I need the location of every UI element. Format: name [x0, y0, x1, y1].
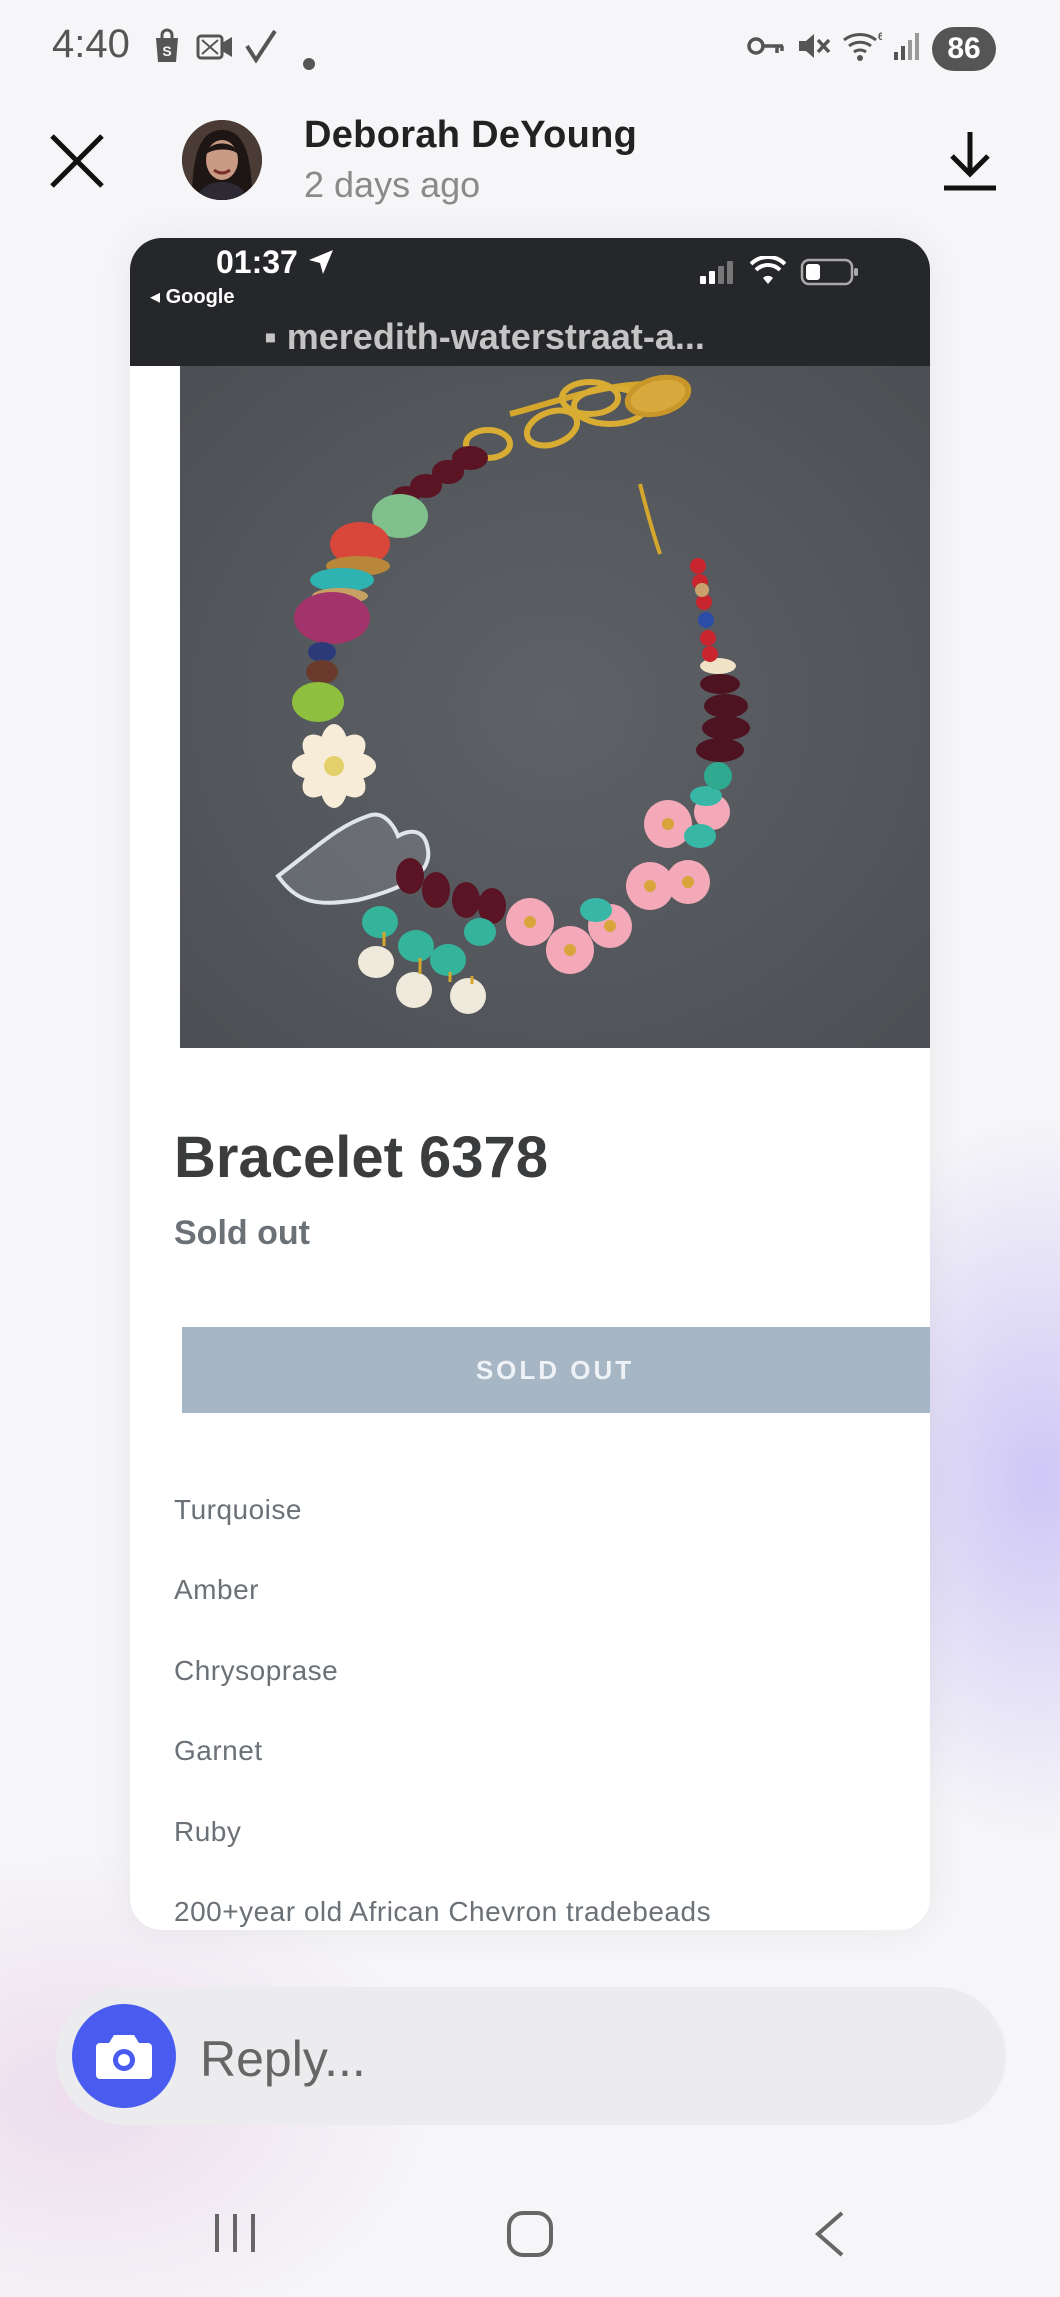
camera-icon	[96, 2035, 152, 2079]
status-bar-time: 4:40	[52, 22, 130, 66]
sender-name[interactable]: Deborah DeYoung	[304, 114, 637, 157]
recents-icon[interactable]	[212, 2210, 258, 2261]
svg-text:6: 6	[878, 31, 882, 43]
material-item: Amber	[174, 1574, 259, 1605]
inner-battery-icon	[800, 258, 860, 291]
shared-screenshot-status-bar: 01:37 ◂ Google ▪ meredith-waterstraat-a.…	[130, 238, 930, 366]
check-icon	[244, 28, 278, 73]
inner-wifi-icon	[749, 254, 787, 291]
material-item: Turquoise	[174, 1494, 302, 1525]
story-card[interactable]: 01:37 ◂ Google ▪ meredith-waterstraat-a.…	[130, 238, 930, 1930]
avatar[interactable]	[182, 120, 262, 200]
location-arrow-icon	[308, 250, 333, 274]
wifi-icon: 6	[842, 28, 884, 73]
reply-input[interactable]: Reply...	[200, 2030, 366, 2088]
battery-level-badge: 86	[932, 27, 996, 71]
video-call-icon	[196, 28, 234, 73]
dot-icon	[302, 40, 316, 80]
bracelet-photo	[180, 366, 930, 1048]
inner-back-google: ◂ Google	[150, 286, 235, 308]
download-icon[interactable]	[940, 128, 1000, 199]
svg-text:S: S	[162, 43, 171, 59]
shopping-bag-icon: S	[152, 28, 182, 73]
home-icon[interactable]	[506, 2210, 554, 2263]
product-title: Bracelet 6378	[174, 1125, 549, 1190]
material-item: 200+year old African Chevron tradebeads	[174, 1896, 712, 1927]
sold-out-button[interactable]: SOLD OUT	[182, 1327, 930, 1413]
inner-status-time: 01:37	[216, 244, 335, 281]
back-icon[interactable]	[812, 2210, 848, 2263]
vpn-key-icon	[746, 28, 786, 73]
sent-time: 2 days ago	[304, 164, 481, 205]
material-item: Chrysoprase	[174, 1655, 339, 1686]
product-status: Sold out	[174, 1214, 310, 1252]
material-item: Garnet	[174, 1735, 263, 1766]
inner-signal-icon	[698, 258, 738, 291]
camera-button[interactable]	[72, 2004, 176, 2108]
url-bar-text: ▪ meredith-waterstraat-a...	[264, 316, 705, 357]
signal-icon	[892, 28, 924, 73]
material-item: Ruby	[174, 1816, 242, 1847]
mute-icon	[796, 28, 832, 73]
reply-bar[interactable]	[56, 1987, 1006, 2125]
close-icon[interactable]	[48, 132, 106, 195]
